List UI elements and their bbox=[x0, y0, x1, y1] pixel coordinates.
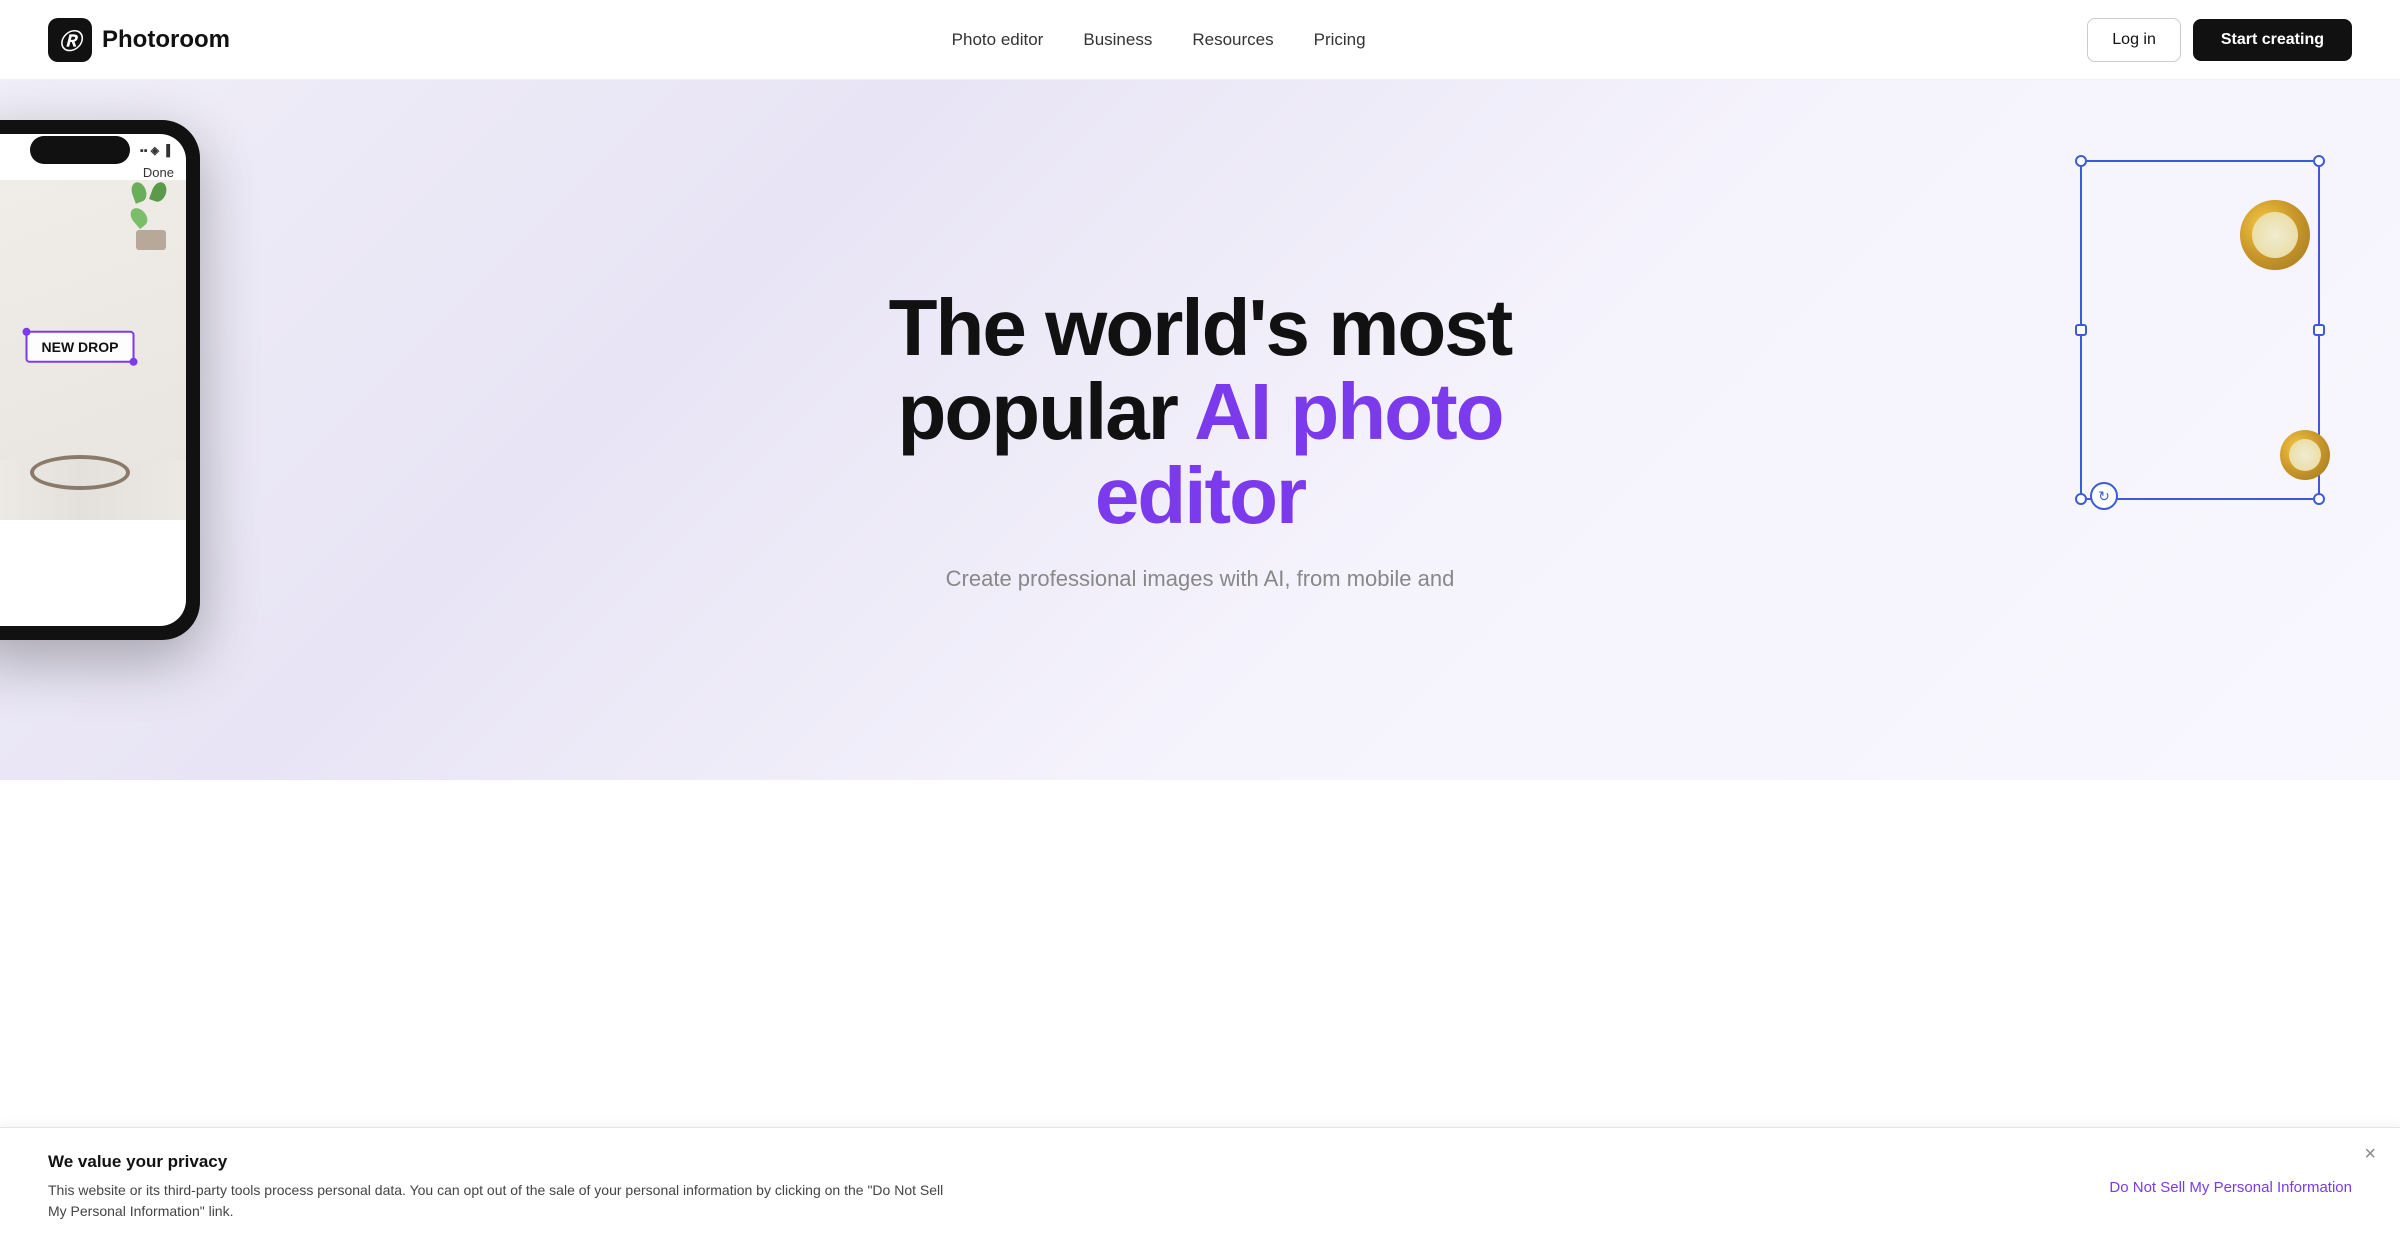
nav-actions: Log in Start creating bbox=[2087, 18, 2352, 62]
hero-title-part1: The world's most bbox=[889, 283, 1512, 372]
hero-content: The world's most popular AI photo editor… bbox=[869, 206, 1532, 655]
phone-mockup: :1 ▪▪ ◈ ▐ Done NEW DROP bbox=[0, 120, 220, 640]
mid-handle-right bbox=[2313, 324, 2325, 336]
earring-top bbox=[2240, 200, 2320, 280]
corner-handle-tr bbox=[2313, 155, 2325, 167]
nav-links: Photo editor Business Resources Pricing bbox=[952, 30, 1366, 50]
corner-handle-tl bbox=[2075, 155, 2087, 167]
corner-handle-bl bbox=[2075, 493, 2087, 505]
phone-notch bbox=[30, 136, 130, 164]
plant-pot bbox=[136, 230, 166, 250]
rotate-handle[interactable]: ↻ bbox=[2090, 482, 2118, 510]
cookie-banner: We value your privacy This website or it… bbox=[0, 1127, 2400, 1246]
logo-icon: Ⓡ bbox=[48, 18, 92, 62]
nav-link-pricing[interactable]: Pricing bbox=[1314, 30, 1366, 49]
leaf-2 bbox=[149, 180, 169, 204]
leaf-3 bbox=[127, 205, 151, 229]
nav-link-photo-editor[interactable]: Photo editor bbox=[952, 30, 1044, 49]
corner-handle-br bbox=[2313, 493, 2325, 505]
phone-product-area: NEW DROP bbox=[0, 180, 186, 520]
product-visualization: ↻ bbox=[2060, 160, 2340, 540]
do-not-sell-link[interactable]: Do Not Sell My Personal Information bbox=[2109, 1179, 2352, 1196]
hero-subtitle: Create professional images with AI, from… bbox=[889, 562, 1512, 595]
cookie-close-button[interactable]: × bbox=[2364, 1144, 2376, 1164]
hero-title: The world's most popular AI photo editor bbox=[889, 286, 1512, 538]
navbar: Ⓡ Photoroom Photo editor Business Resour… bbox=[0, 0, 2400, 80]
logo-text: Photoroom bbox=[102, 26, 230, 54]
cookie-content: We value your privacy This website or it… bbox=[48, 1152, 948, 1222]
mid-handle-left bbox=[2075, 324, 2087, 336]
earring-bottom bbox=[2280, 430, 2330, 480]
hero-section: :1 ▪▪ ◈ ▐ Done NEW DROP bbox=[0, 80, 2400, 780]
phone-icons: ▪▪ ◈ ▐ bbox=[140, 144, 170, 157]
nav-link-business[interactable]: Business bbox=[1083, 30, 1152, 49]
cookie-title: We value your privacy bbox=[48, 1152, 948, 1172]
bracelet-image bbox=[30, 455, 130, 490]
phone-screen: :1 ▪▪ ◈ ▐ Done NEW DROP bbox=[0, 134, 186, 626]
new-drop-label: NEW DROP bbox=[26, 331, 135, 363]
earring-ring-large bbox=[2240, 200, 2310, 270]
cookie-actions: Do Not Sell My Personal Information bbox=[2109, 1179, 2352, 1196]
earring-ring-small bbox=[2280, 430, 2330, 480]
leaf-1 bbox=[129, 180, 149, 204]
hero-title-part3: editor bbox=[1095, 451, 1305, 540]
plant-decoration bbox=[126, 190, 176, 250]
logo-link[interactable]: Ⓡ Photoroom bbox=[48, 18, 230, 62]
hero-title-part2: popular bbox=[898, 367, 1195, 456]
login-button[interactable]: Log in bbox=[2087, 18, 2181, 62]
cookie-body: This website or its third-party tools pr… bbox=[48, 1180, 948, 1222]
hero-title-highlight: AI photo bbox=[1194, 367, 1502, 456]
start-creating-button[interactable]: Start creating bbox=[2193, 19, 2352, 61]
nav-link-resources[interactable]: Resources bbox=[1192, 30, 1273, 49]
